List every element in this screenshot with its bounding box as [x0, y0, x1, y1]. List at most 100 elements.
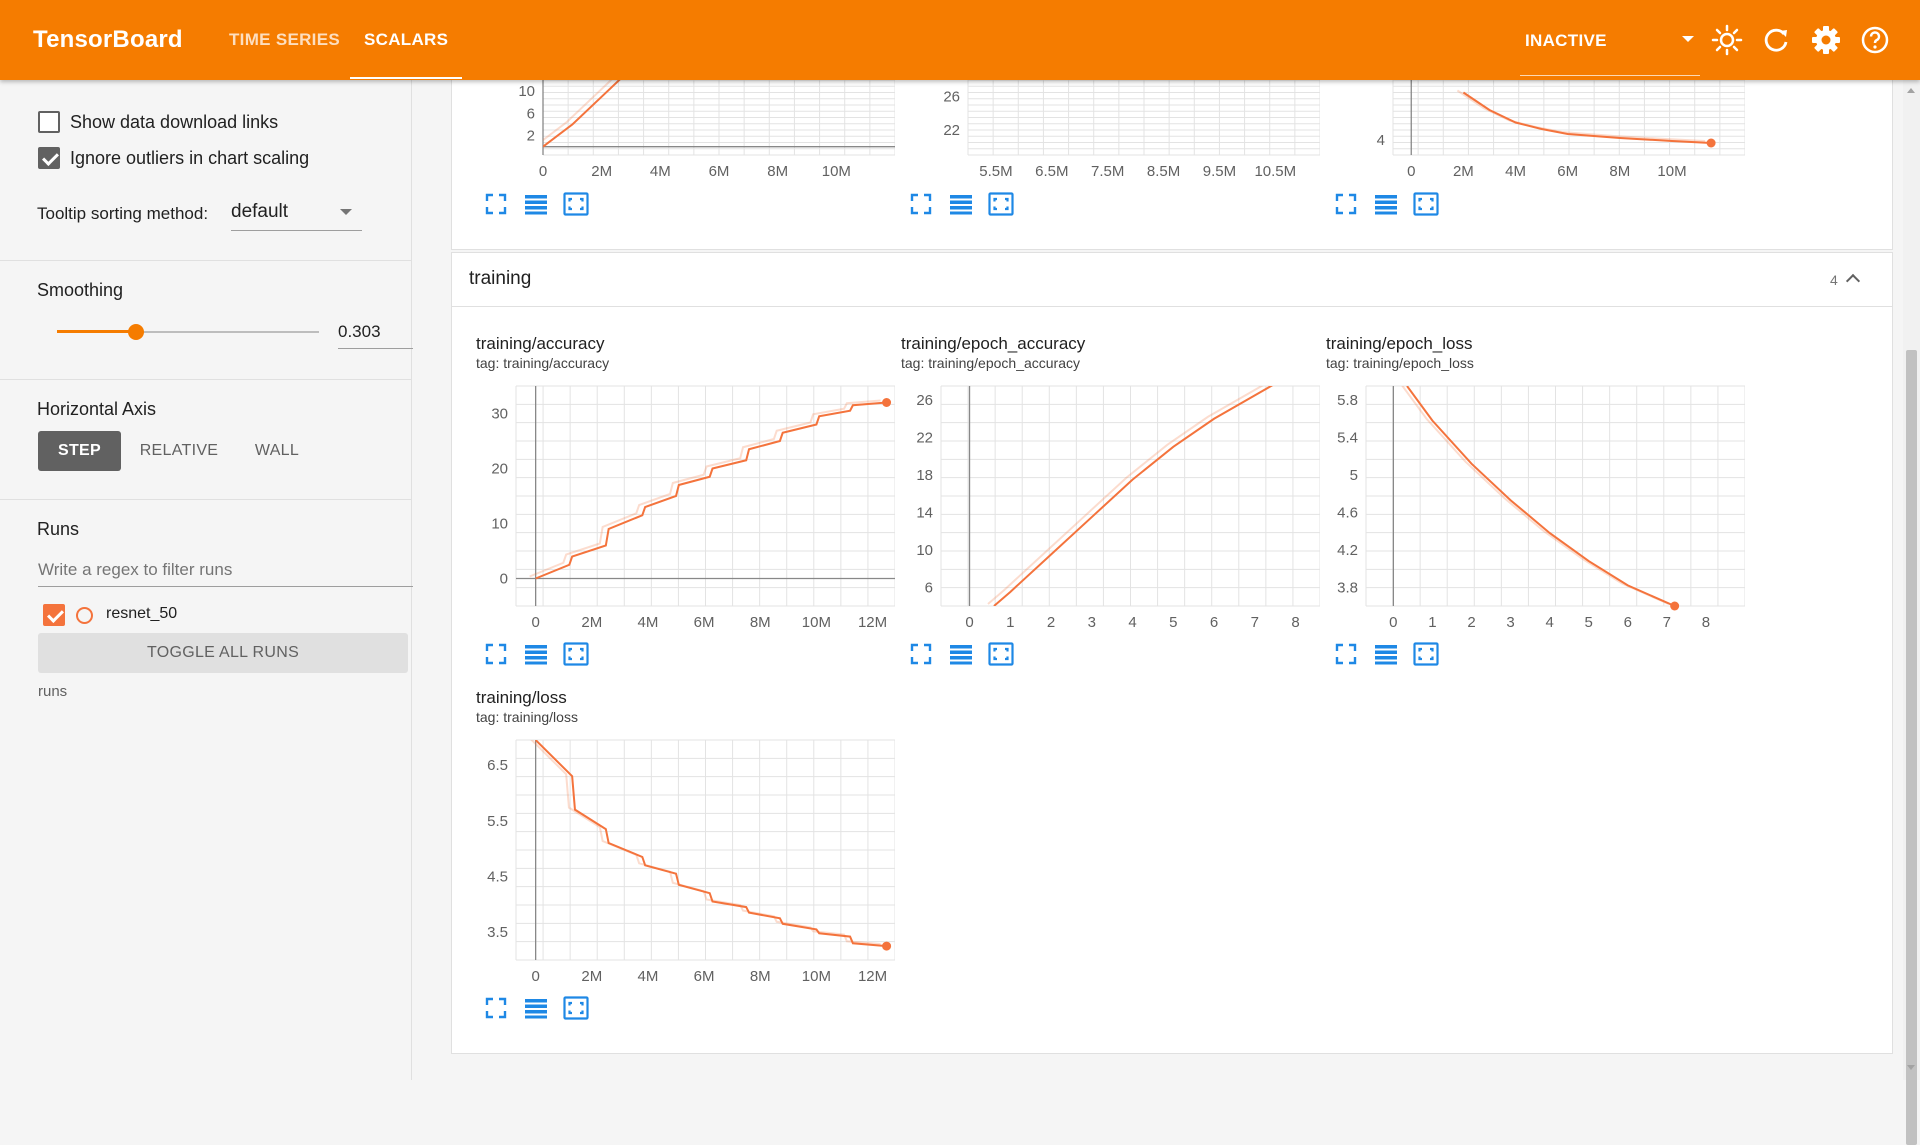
y-tick-label: 14 — [916, 504, 933, 521]
toggle-log-scale-icon[interactable] — [1372, 190, 1400, 218]
toggle-log-scale-icon[interactable] — [1372, 640, 1400, 668]
show-download-links-checkbox[interactable] — [38, 111, 60, 133]
x-tick-label: 8 — [1291, 614, 1299, 631]
fit-domain-icon[interactable] — [562, 190, 590, 218]
group-title[interactable]: training — [469, 268, 531, 290]
axis-step-button[interactable]: STEP — [38, 431, 121, 471]
x-tick-label: 8 — [1702, 614, 1710, 631]
scroll-up-icon[interactable] — [1907, 88, 1915, 93]
y-tick-label: 0 — [500, 571, 508, 588]
x-tick-label: 5.5M — [979, 163, 1012, 180]
x-tick-label: 0 — [539, 163, 547, 180]
chart-title-epoch-loss: training/epoch_loss — [1326, 334, 1473, 353]
x-tick-label: 5 — [1585, 614, 1593, 631]
chart-grid — [542, 80, 895, 156]
series-end-point — [1706, 138, 1716, 148]
run-color-swatch[interactable] — [76, 607, 93, 624]
tooltip-sorting-select[interactable]: default — [231, 195, 362, 231]
x-tick-label: 6 — [1210, 614, 1218, 631]
x-tick-label: 0 — [531, 968, 539, 985]
fit-domain-icon[interactable] — [562, 640, 590, 668]
axis-relative-button[interactable]: RELATIVE — [131, 431, 227, 471]
fullscreen-icon[interactable] — [907, 190, 935, 218]
x-tick-label: 0 — [531, 614, 539, 631]
toggle-log-scale-icon[interactable] — [947, 190, 975, 218]
x-tick-label: 0 — [1389, 614, 1397, 631]
x-tick-label: 4 — [1545, 614, 1553, 631]
y-tick-label: 6 — [527, 105, 535, 122]
ignore-outliers-checkbox[interactable] — [38, 147, 60, 169]
fit-domain-icon[interactable] — [1412, 190, 1440, 218]
chart-partial-3[interactable]: 0 2M 4M 6M 8M 10M 4 — [1320, 80, 1745, 190]
help-icon[interactable] — [1859, 24, 1891, 56]
smoothing-input[interactable]: 0.303 — [338, 318, 413, 349]
fullscreen-icon[interactable] — [482, 640, 510, 668]
chart-grid — [515, 739, 895, 961]
tab-scalars[interactable]: SCALARS — [349, 30, 463, 79]
x-tick-label: 4M — [638, 968, 659, 985]
axis-wall-button[interactable]: WALL — [240, 431, 314, 471]
series-end-point — [882, 398, 892, 407]
fullscreen-icon[interactable] — [1332, 640, 1360, 668]
x-tick-label: 4M — [1505, 163, 1526, 180]
chart-title-accuracy: training/accuracy — [476, 334, 605, 353]
x-tick-label: 2M — [591, 163, 612, 180]
series-line — [993, 386, 1274, 606]
fullscreen-icon[interactable] — [482, 190, 510, 218]
chart-training-epoch-loss[interactable]: 0 1 2 3 4 5 6 7 8 3.8 4.2 4.6 5 5.4 5.8 — [1320, 380, 1745, 635]
fullscreen-icon[interactable] — [482, 994, 510, 1022]
y-tick-label: 10 — [491, 516, 508, 533]
y-tick-label: 3.5 — [487, 924, 508, 941]
y-tick-label: 10 — [916, 542, 933, 559]
y-tick-label: 5.8 — [1337, 392, 1358, 409]
x-tick-label: 10M — [802, 614, 831, 631]
y-tick-label: 4.5 — [487, 868, 508, 885]
x-tick-label: 8M — [750, 968, 771, 985]
scroll-down-icon[interactable] — [1907, 1065, 1915, 1070]
x-tick-label: 4M — [650, 163, 671, 180]
x-tick-label: 6M — [694, 614, 715, 631]
brightness-icon[interactable] — [1711, 24, 1743, 56]
x-tick-label: 3 — [1506, 614, 1514, 631]
run-resnet-50-checkbox[interactable] — [43, 604, 65, 626]
fit-domain-icon[interactable] — [987, 190, 1015, 218]
x-tick-label: 7 — [1251, 614, 1259, 631]
fullscreen-icon[interactable] — [907, 640, 935, 668]
y-tick-label: 20 — [491, 461, 508, 478]
chart-grid — [967, 80, 1320, 156]
y-tick-label: 26 — [943, 89, 960, 106]
runs-title: Runs — [37, 519, 80, 539]
toggle-log-scale-icon[interactable] — [522, 190, 550, 218]
tab-time-series[interactable]: TIME SERIES — [229, 30, 340, 50]
chart-training-epoch-accuracy[interactable]: 0 1 2 3 4 5 6 7 8 6 10 14 18 22 26 — [895, 380, 1320, 635]
x-tick-label: 1 — [1428, 614, 1436, 631]
smoothing-slider-thumb[interactable] — [128, 324, 144, 340]
chart-training-accuracy[interactable]: 0 2M 4M 6M 8M 10M 12M 0 10 20 30 — [470, 380, 895, 635]
plugin-select[interactable]: INACTIVE — [1520, 20, 1700, 76]
x-tick-label: 6 — [1624, 614, 1632, 631]
toggle-all-runs-button[interactable]: TOGGLE ALL RUNS — [38, 633, 408, 673]
toggle-log-scale-icon[interactable] — [522, 994, 550, 1022]
refresh-icon[interactable] — [1760, 24, 1792, 56]
fullscreen-icon[interactable] — [1332, 190, 1360, 218]
y-tick-label: 5.5 — [487, 813, 508, 830]
series-end-point — [882, 941, 892, 951]
toggle-log-scale-icon[interactable] — [947, 640, 975, 668]
y-tick-label: 22 — [916, 429, 933, 446]
runs-filter-input[interactable] — [38, 553, 413, 587]
settings-icon[interactable] — [1810, 24, 1842, 56]
x-tick-label: 0 — [965, 614, 973, 631]
y-tick-label: 6 — [925, 579, 933, 596]
scrollbar-thumb[interactable] — [1906, 350, 1917, 1145]
chart-partial-1[interactable]: 0 2M 4M 6M 8M 10M 2 6 10 — [470, 80, 895, 190]
chart-training-loss[interactable]: 0 2M 4M 6M 8M 10M 12M 3.5 4.5 5.5 6.5 — [470, 734, 895, 989]
fit-domain-icon[interactable] — [987, 640, 1015, 668]
x-tick-label: 0 — [1407, 163, 1415, 180]
fit-domain-icon[interactable] — [562, 994, 590, 1022]
x-tick-label: 2M — [581, 968, 602, 985]
toggle-log-scale-icon[interactable] — [522, 640, 550, 668]
fit-domain-icon[interactable] — [1412, 640, 1440, 668]
main-scrollbar[interactable] — [1903, 80, 1920, 1145]
chart-partial-2[interactable]: 5.5M 6.5M 7.5M 8.5M 9.5M 10.5M 22 26 — [895, 80, 1320, 190]
caret-down-icon — [340, 209, 352, 215]
